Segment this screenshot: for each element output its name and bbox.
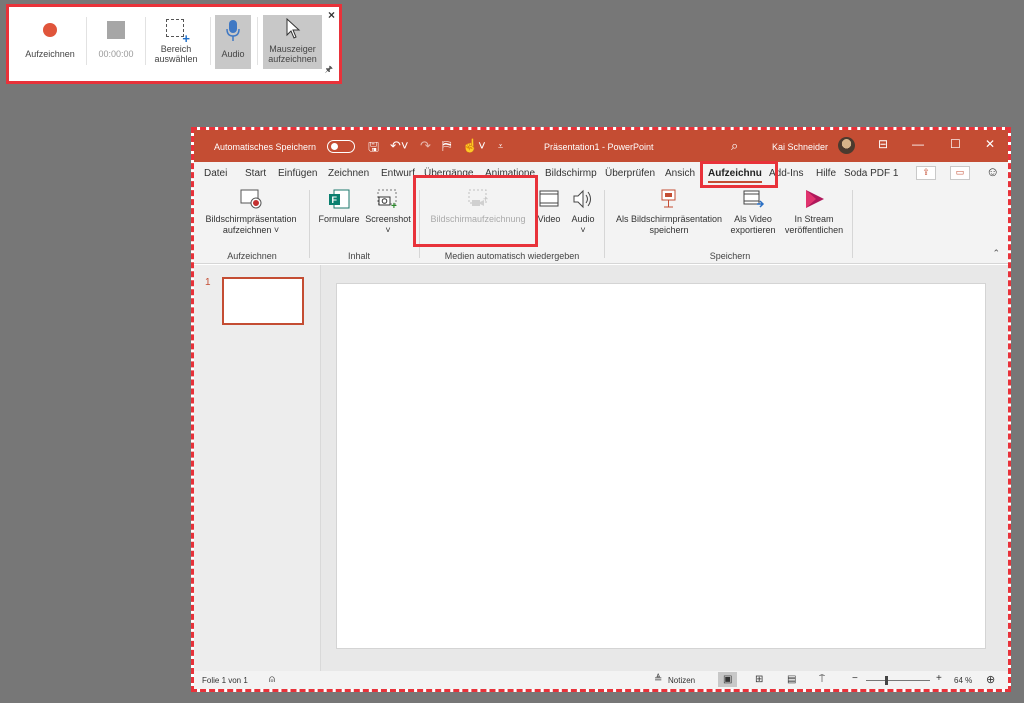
tab-entwurf[interactable]: Entwurf: [381, 168, 415, 179]
tab-ansicht[interactable]: Ansich: [665, 168, 695, 179]
forms-button[interactable]: F Formulare: [316, 188, 362, 225]
stop-button[interactable]: 00:00:00: [89, 15, 143, 69]
undo-icon[interactable]: ↶˅: [390, 138, 408, 154]
tab-ueberpruefen[interactable]: Überprüfen: [605, 168, 655, 179]
record-slide-show-icon: [239, 188, 263, 210]
title-bar: Automatisches Speichern 🖫 ↶˅ ↷ ⛿ ☝˅ ⩡ Pr…: [194, 130, 1008, 162]
fit-to-window-icon[interactable]: ⊕: [986, 673, 995, 686]
recording-time: 00:00:00: [98, 49, 134, 59]
zoom-slider[interactable]: [866, 676, 930, 685]
close-icon[interactable]: ×: [328, 8, 335, 22]
feedback-smiley-icon[interactable]: ☺: [986, 164, 999, 179]
group-record-label: Aufzeichnen: [227, 251, 277, 261]
group-save-label: Speichern: [709, 251, 751, 261]
svg-text:F: F: [332, 195, 338, 205]
slide-thumbnail-pane: 1: [194, 265, 321, 671]
stop-icon: [107, 21, 125, 39]
video-icon: [537, 188, 561, 210]
autosave-toggle[interactable]: [327, 140, 355, 153]
comments-icon[interactable]: ▭: [950, 166, 970, 180]
export-video-button[interactable]: Als Video exportieren: [728, 188, 778, 236]
touch-mode-icon[interactable]: ☝˅: [462, 138, 486, 154]
record-pointer-toggle[interactable]: Mauszeiger aufzeichnen: [263, 15, 322, 69]
ribbon-display-icon[interactable]: ⊟: [878, 137, 888, 151]
audio-label: Audio: [221, 49, 245, 59]
present-icon[interactable]: ⛿: [442, 138, 451, 154]
save-icon[interactable]: 🖫: [368, 138, 379, 160]
tab-zeichnen[interactable]: Zeichnen: [328, 168, 369, 179]
record-pointer-label: Mauszeiger aufzeichnen: [268, 44, 317, 64]
svg-text:+: +: [391, 201, 397, 210]
document-title: Präsentation1 - PowerPoint: [544, 142, 654, 152]
tab-datei[interactable]: Datei: [204, 168, 227, 179]
forms-icon: F: [327, 188, 351, 210]
autosave-label: Automatisches Speichern: [214, 142, 317, 152]
group-media-label: Medien automatisch wiedergeben: [444, 251, 580, 261]
redo-icon[interactable]: ↷: [420, 138, 431, 154]
slide-canvas[interactable]: [336, 283, 986, 649]
tab-einfuegen[interactable]: Einfügen: [278, 168, 317, 179]
save-as-show-button[interactable]: Als Bildschirmpräsentation speichern: [608, 188, 730, 236]
slide-thumbnail[interactable]: [222, 277, 304, 325]
pin-icon[interactable]: 🖈: [325, 62, 333, 78]
notes-icon[interactable]: ≜: [654, 674, 662, 685]
record-button[interactable]: Aufzeichnen: [17, 15, 83, 69]
save-as-show-icon: [657, 188, 681, 210]
search-icon[interactable]: ⌕: [731, 138, 738, 154]
tab-start[interactable]: Start: [245, 168, 266, 179]
record-dot-icon: [43, 23, 57, 37]
microphone-icon: [226, 20, 240, 41]
close-icon[interactable]: ✕: [985, 137, 995, 151]
slideshow-icon[interactable]: ⍑: [819, 674, 825, 685]
workspace: 1: [194, 265, 1008, 671]
powerpoint-window: Automatisches Speichern 🖫 ↶˅ ↷ ⛿ ☝˅ ⩡ Pr…: [191, 127, 1011, 692]
slide-info: Folie 1 von 1: [202, 676, 248, 685]
reading-view-icon[interactable]: ▤: [787, 674, 796, 685]
record-label: Aufzeichnen: [25, 49, 75, 59]
tab-soda-pdf[interactable]: Soda PDF 1: [844, 168, 898, 179]
ribbon-tabs: Datei Start Einfügen Zeichnen Entwurf Üb…: [194, 162, 1008, 184]
zoom-level[interactable]: 64 %: [954, 676, 972, 685]
stream-icon: [802, 188, 826, 210]
collapse-ribbon-icon[interactable]: ⌃: [992, 248, 1000, 259]
slide-sorter-icon[interactable]: ⊞: [755, 674, 763, 685]
screenshot-icon: +: [376, 188, 400, 212]
publish-stream-button[interactable]: In Stream veröffentlichen: [780, 188, 848, 236]
customize-quick-access-icon[interactable]: ⩡: [498, 141, 503, 152]
slide-number: 1: [205, 277, 211, 288]
aufzeichnung-tab-highlight: [700, 161, 778, 188]
zoom-slider-thumb[interactable]: [884, 676, 888, 685]
mouse-pointer-icon: [286, 18, 300, 39]
user-name[interactable]: Kai Schneider: [772, 142, 828, 152]
screen-recording-highlight: [413, 175, 538, 247]
group-content-label: Inhalt: [347, 251, 371, 261]
zoom-out-icon[interactable]: −: [852, 673, 858, 684]
select-area-icon: +: [165, 18, 190, 45]
avatar[interactable]: [838, 137, 855, 154]
zoom-in-icon[interactable]: +: [936, 673, 942, 684]
select-area-button[interactable]: + Bereich auswählen: [148, 15, 204, 69]
tab-hilfe[interactable]: Hilfe: [816, 168, 836, 179]
screenshot-button[interactable]: + Screenshot ˅: [362, 188, 414, 236]
tab-bildschirmpraesentation[interactable]: Bildschirmp: [545, 168, 597, 179]
export-video-icon: [741, 188, 765, 210]
select-area-label: Bereich auswählen: [154, 44, 198, 64]
share-icon[interactable]: ⇪: [916, 166, 936, 180]
status-bar: Folie 1 von 1 ⍝ ≜ Notizen ▣ ⊞ ▤ ⍑ − + 64…: [194, 671, 1008, 689]
accessibility-icon[interactable]: ⍝: [269, 674, 275, 685]
audio-button[interactable]: Audio ˅: [566, 188, 600, 236]
record-slide-show-button[interactable]: Bildschirmpräsentation aufzeichnen ˅: [200, 188, 302, 236]
maximize-icon[interactable]: ☐: [950, 137, 961, 151]
minimize-icon[interactable]: —: [912, 137, 924, 151]
audio-toggle[interactable]: Audio: [215, 15, 251, 69]
recording-toolbar: × 🖈 Aufzeichnen 00:00:00 + Bereich auswä…: [6, 4, 342, 84]
video-button[interactable]: Video: [534, 188, 564, 225]
notes-button[interactable]: Notizen: [668, 676, 695, 685]
ribbon: Bildschirmpräsentation aufzeichnen ˅ Auf…: [194, 184, 1008, 264]
speaker-icon: [571, 188, 595, 210]
normal-view-icon[interactable]: ▣: [718, 672, 738, 687]
